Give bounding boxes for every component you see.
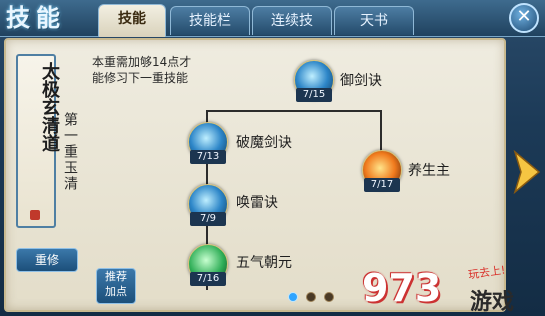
title-bar: 技能 技能 技能栏 连续技 天书 ✕ xyxy=(0,0,545,37)
requirement-text: 本重需加够14点才 能修习下一重技能 xyxy=(92,54,252,86)
seal-icon xyxy=(30,210,40,220)
skill-point-count: 7/16 xyxy=(190,272,226,286)
tree-connector xyxy=(206,110,382,112)
tab-combo[interactable]: 连续技 xyxy=(252,6,332,35)
chevron-right-icon xyxy=(513,149,541,195)
tab-sky-book[interactable]: 天书 xyxy=(334,6,414,35)
level-label: 第一重玉清 xyxy=(62,112,78,192)
watermark-text: 游戏 xyxy=(470,290,515,315)
page-dot[interactable] xyxy=(288,292,298,302)
close-icon: ✕ xyxy=(516,6,532,27)
skill-node-yangsheng[interactable]: 7/17 xyxy=(362,150,402,192)
window-title: 技能 xyxy=(6,3,66,32)
recommend-label-line-1: 推荐 xyxy=(105,270,127,283)
page-dot[interactable] xyxy=(324,292,334,302)
school-title: 太极玄清道 xyxy=(39,62,60,152)
site-watermark: 973 玩去上! 游戏 xyxy=(358,262,542,315)
skill-point-count: 7/17 xyxy=(364,178,400,192)
skill-name: 五气朝元 xyxy=(236,255,292,271)
skill-name: 破魔剑诀 xyxy=(236,135,292,151)
skill-point-count: 7/13 xyxy=(190,150,226,164)
next-page-button[interactable] xyxy=(511,149,541,195)
close-button[interactable]: ✕ xyxy=(509,3,539,33)
skill-name: 御剑诀 xyxy=(340,73,382,89)
watermark-number: 973 xyxy=(362,266,442,310)
tab-skills[interactable]: 技能 xyxy=(98,4,166,37)
skill-point-count: 7/9 xyxy=(190,212,226,226)
reset-button[interactable]: 重修 xyxy=(16,248,78,272)
requirement-line-1: 本重需加够14点才 xyxy=(92,55,192,69)
skill-node-pomo[interactable]: 7/13 xyxy=(188,122,228,164)
watermark-slogan: 玩去上! xyxy=(467,263,507,282)
skill-name: 唤雷诀 xyxy=(236,195,278,211)
skill-node-wuqi[interactable]: 7/16 xyxy=(188,244,228,286)
skill-name: 养生主 xyxy=(408,163,450,179)
school-scroll: 太极玄清道 xyxy=(16,54,60,228)
page-dot[interactable] xyxy=(306,292,316,302)
skill-point-count: 7/15 xyxy=(296,88,332,102)
skill-node-huanlei[interactable]: 7/9 xyxy=(188,184,228,226)
recommend-label-line-2: 加点 xyxy=(105,285,127,298)
requirement-line-2: 能修习下一重技能 xyxy=(92,71,189,85)
tab-skill-bar[interactable]: 技能栏 xyxy=(170,6,250,35)
recommend-points-button[interactable]: 推荐 加点 xyxy=(96,268,136,304)
skill-node-yujian[interactable]: 7/15 xyxy=(294,60,334,102)
